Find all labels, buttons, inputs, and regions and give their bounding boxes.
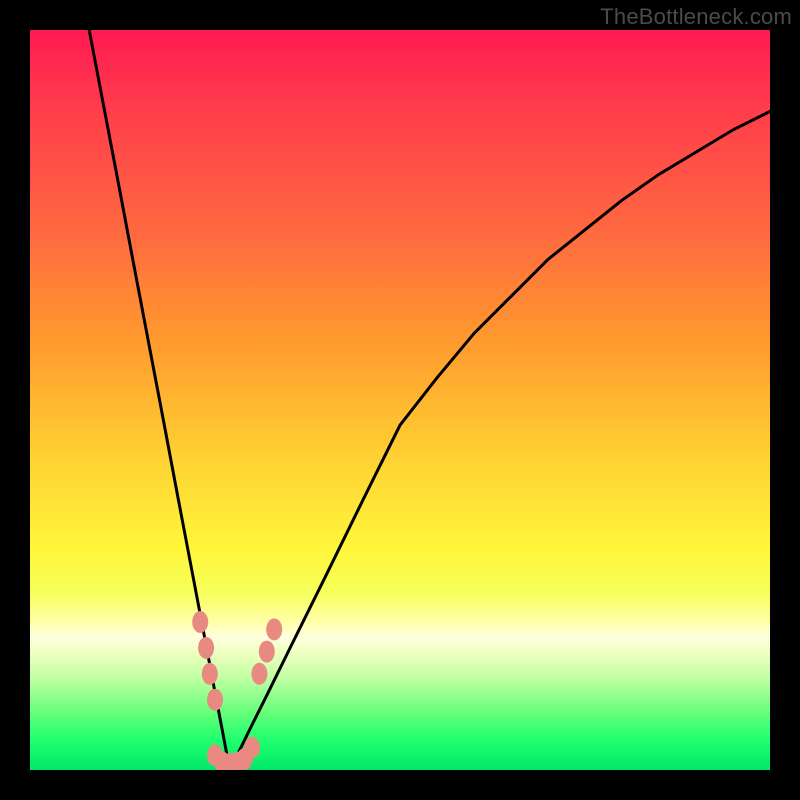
marker-dot [198, 637, 214, 659]
marker-dot [244, 737, 260, 759]
marker-dot [266, 618, 282, 640]
chart-frame: TheBottleneck.com [0, 0, 800, 800]
watermark-text: TheBottleneck.com [600, 4, 792, 30]
marker-dot [259, 641, 275, 663]
bottleneck-curve [89, 30, 770, 770]
marker-dot [207, 689, 223, 711]
marker-dot [192, 611, 208, 633]
marker-dot [202, 663, 218, 685]
marker-dot [251, 663, 267, 685]
plot-area [30, 30, 770, 770]
curve-layer [30, 30, 770, 770]
